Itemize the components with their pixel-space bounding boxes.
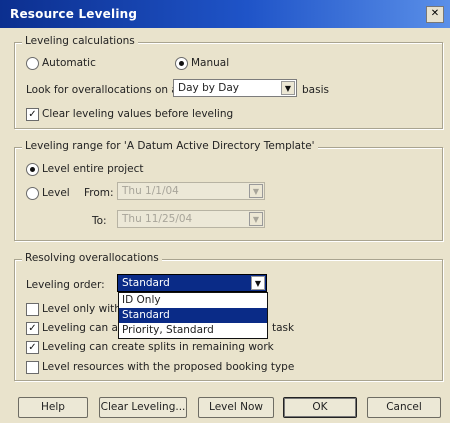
dropdown-option-priority-standard[interactable]: Priority, Standard — [119, 323, 267, 338]
adjust-individual-assignments-label[interactable]: Leveling can ad — [42, 322, 125, 334]
leveling-range-legend: Leveling range for 'A Datum Active Direc… — [22, 140, 318, 152]
to-date-value: Thu 11/25/04 — [122, 213, 193, 225]
from-date-value: Thu 1/1/04 — [122, 185, 179, 197]
clear-leveling-button[interactable]: Clear Leveling... — [99, 397, 187, 418]
chevron-down-icon[interactable]: ▼ — [281, 81, 295, 95]
leveling-order-value: Standard — [122, 277, 170, 289]
close-icon[interactable]: ✕ — [426, 6, 444, 23]
to-date-select[interactable]: Thu 11/25/04 ▼ — [117, 210, 265, 228]
resource-leveling-dialog: Resource Leveling ✕ Leveling calculation… — [0, 0, 450, 423]
overallocations-basis-select[interactable]: Day by Day ▼ — [173, 79, 297, 97]
help-button[interactable]: Help — [18, 397, 88, 418]
manual-label[interactable]: Manual — [191, 57, 229, 69]
adjust-individual-assignments-tail: task — [272, 322, 295, 334]
level-only-within-slack-label[interactable]: Level only witha — [42, 303, 127, 315]
clear-leveling-values-checkbox[interactable]: ✓ — [26, 108, 39, 121]
leveling-calculations-legend: Leveling calculations — [22, 35, 138, 47]
level-only-within-slack-checkbox[interactable] — [26, 303, 39, 316]
proposed-booking-type-checkbox[interactable] — [26, 361, 39, 374]
level-range-label[interactable]: Level — [42, 187, 70, 199]
automatic-radio[interactable] — [26, 57, 39, 70]
dropdown-option-standard[interactable]: Standard — [119, 308, 267, 323]
ok-button[interactable]: OK — [283, 397, 357, 418]
dropdown-option-id-only[interactable]: ID Only — [119, 293, 267, 308]
adjust-individual-assignments-checkbox[interactable]: ✓ — [26, 322, 39, 335]
basis-label: basis — [302, 84, 329, 96]
from-date-select[interactable]: Thu 1/1/04 ▼ — [117, 182, 265, 200]
from-label: From: — [84, 187, 114, 199]
title-bar: Resource Leveling ✕ — [0, 0, 450, 28]
proposed-booking-type-label[interactable]: Level resources with the proposed bookin… — [42, 361, 294, 373]
chevron-down-icon[interactable]: ▼ — [249, 212, 263, 226]
leveling-order-label: Leveling order: — [26, 279, 105, 291]
clear-leveling-values-label[interactable]: Clear leveling values before leveling — [42, 108, 233, 120]
level-entire-project-label[interactable]: Level entire project — [42, 163, 144, 175]
level-entire-project-radio[interactable] — [26, 163, 39, 176]
resolving-overallocations-legend: Resolving overallocations — [22, 252, 162, 264]
overallocations-basis-value: Day by Day — [178, 82, 240, 94]
dialog-title: Resource Leveling — [10, 7, 138, 21]
create-splits-checkbox[interactable]: ✓ — [26, 341, 39, 354]
leveling-order-dropdown: ID Only Standard Priority, Standard — [118, 292, 268, 339]
overallocations-label: Look for overallocations on a — [26, 84, 178, 96]
cancel-button[interactable]: Cancel — [367, 397, 441, 418]
chevron-down-icon[interactable]: ▼ — [249, 184, 263, 198]
automatic-label[interactable]: Automatic — [42, 57, 96, 69]
level-range-radio[interactable] — [26, 187, 39, 200]
create-splits-label[interactable]: Leveling can create splits in remaining … — [42, 341, 274, 353]
chevron-down-icon[interactable]: ▼ — [251, 276, 265, 290]
leveling-order-select[interactable]: Standard ▼ — [117, 274, 267, 292]
manual-radio[interactable] — [175, 57, 188, 70]
level-now-button[interactable]: Level Now — [198, 397, 274, 418]
to-label: To: — [92, 215, 107, 227]
